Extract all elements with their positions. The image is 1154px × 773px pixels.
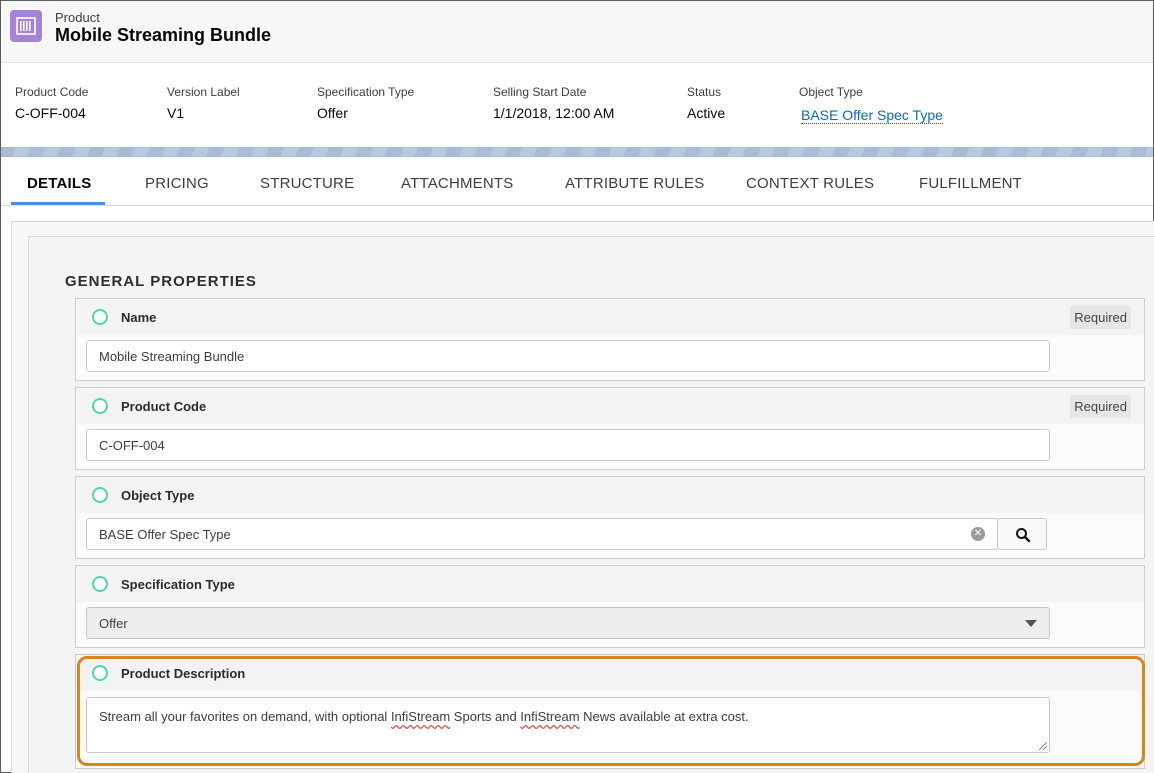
tab-context-rules[interactable]: CONTEXT RULES [746, 175, 874, 192]
required-badge: Required [1070, 306, 1131, 329]
field-object-type: Object Type BASE Offer Spec Type ✕ [75, 476, 1145, 559]
highlight-spec-type: Specification Type Offer [317, 85, 414, 121]
status-circle-icon[interactable] [92, 487, 108, 503]
record-type-label: Product [55, 10, 100, 25]
tab-bar: DETAILS PRICING STRUCTURE ATTACHMENTS AT… [1, 157, 1153, 206]
highlight-label: Version Label [167, 85, 240, 99]
highlight-product-code: Product Code C-OFF-004 [15, 85, 88, 121]
highlight-value: Active [687, 105, 726, 121]
spellcheck-word: InfiStream [520, 709, 580, 724]
tab-attribute-rules[interactable]: ATTRIBUTE RULES [565, 175, 704, 192]
product-code-input[interactable]: C-OFF-004 [86, 429, 1050, 461]
field-header: Object Type [76, 477, 1144, 513]
header-banner [1, 147, 1153, 157]
object-type-link[interactable]: BASE Offer Spec Type [801, 107, 943, 124]
tab-details[interactable]: DETAILS [27, 175, 91, 192]
field-spec-type: Specification Type Offer [75, 565, 1145, 648]
tab-attachments[interactable]: ATTACHMENTS [401, 175, 513, 192]
description-text: Sports and [450, 709, 521, 724]
field-header: Product Description [76, 655, 1144, 691]
field-header: Product Code Required [76, 388, 1144, 424]
status-circle-icon[interactable] [92, 576, 108, 592]
highlight-value: Offer [317, 105, 348, 121]
highlight-status: Status Active [687, 85, 725, 121]
spec-type-select[interactable]: Offer [86, 607, 1050, 639]
highlight-selling-start: Selling Start Date 1/1/2018, 12:00 AM [493, 85, 614, 121]
status-circle-icon[interactable] [92, 398, 108, 414]
select-value: Offer [99, 616, 128, 631]
tab-structure[interactable]: STRUCTURE [260, 175, 354, 192]
clear-icon[interactable]: ✕ [971, 527, 985, 541]
product-icon [10, 10, 42, 42]
description-text: Stream all your favorites on demand, wit… [99, 709, 391, 724]
name-input[interactable]: Mobile Streaming Bundle [86, 340, 1050, 372]
highlight-object-type: Object Type BASE Offer Spec Type [799, 85, 943, 125]
description-textarea[interactable]: Stream all your favorites on demand, wit… [86, 697, 1050, 753]
section-title: GENERAL PROPERTIES [65, 273, 257, 290]
spellcheck-word: InfiStream [390, 709, 451, 724]
field-label: Product Code [121, 399, 207, 414]
status-circle-icon[interactable] [92, 665, 108, 681]
highlight-value: 1/1/2018, 12:00 AM [493, 105, 615, 121]
field-label: Object Type [121, 488, 195, 503]
required-badge: Required [1070, 395, 1131, 418]
field-product-code: Product Code Required C-OFF-004 [75, 387, 1145, 470]
field-product-description: Product Description Stream all your favo… [75, 654, 1145, 769]
status-circle-icon[interactable] [92, 309, 108, 325]
chevron-down-icon [1025, 620, 1037, 627]
field-label: Name [121, 310, 157, 325]
record-header: Product Mobile Streaming Bundle [1, 1, 1153, 63]
resize-handle[interactable] [1039, 742, 1047, 750]
highlight-label: Object Type [799, 85, 863, 99]
highlight-label: Selling Start Date [493, 85, 587, 99]
field-name: Name Required Mobile Streaming Bundle [75, 298, 1145, 381]
description-text: News available at extra cost. [579, 709, 749, 724]
lookup-search-button[interactable] [997, 518, 1047, 550]
field-label: Specification Type [121, 577, 235, 592]
highlight-value: V1 [167, 105, 185, 121]
field-header: Specification Type [76, 566, 1144, 602]
lookup-value: BASE Offer Spec Type [99, 527, 231, 542]
active-tab-indicator [11, 202, 105, 205]
field-header: Name Required [76, 299, 1144, 335]
page-title: Mobile Streaming Bundle [55, 25, 272, 45]
search-icon [1016, 528, 1031, 543]
highlight-label: Specification Type [317, 85, 415, 99]
highlight-version-label: Version Label V1 [167, 85, 240, 121]
highlight-label: Product Code [15, 85, 89, 99]
tab-pricing[interactable]: PRICING [145, 175, 209, 192]
tab-fulfillment[interactable]: FULFILLMENT [919, 175, 1022, 192]
field-label: Product Description [121, 666, 246, 681]
highlight-value: C-OFF-004 [15, 105, 86, 121]
highlight-label: Status [687, 85, 722, 99]
object-type-lookup-input[interactable]: BASE Offer Spec Type ✕ [86, 518, 998, 550]
